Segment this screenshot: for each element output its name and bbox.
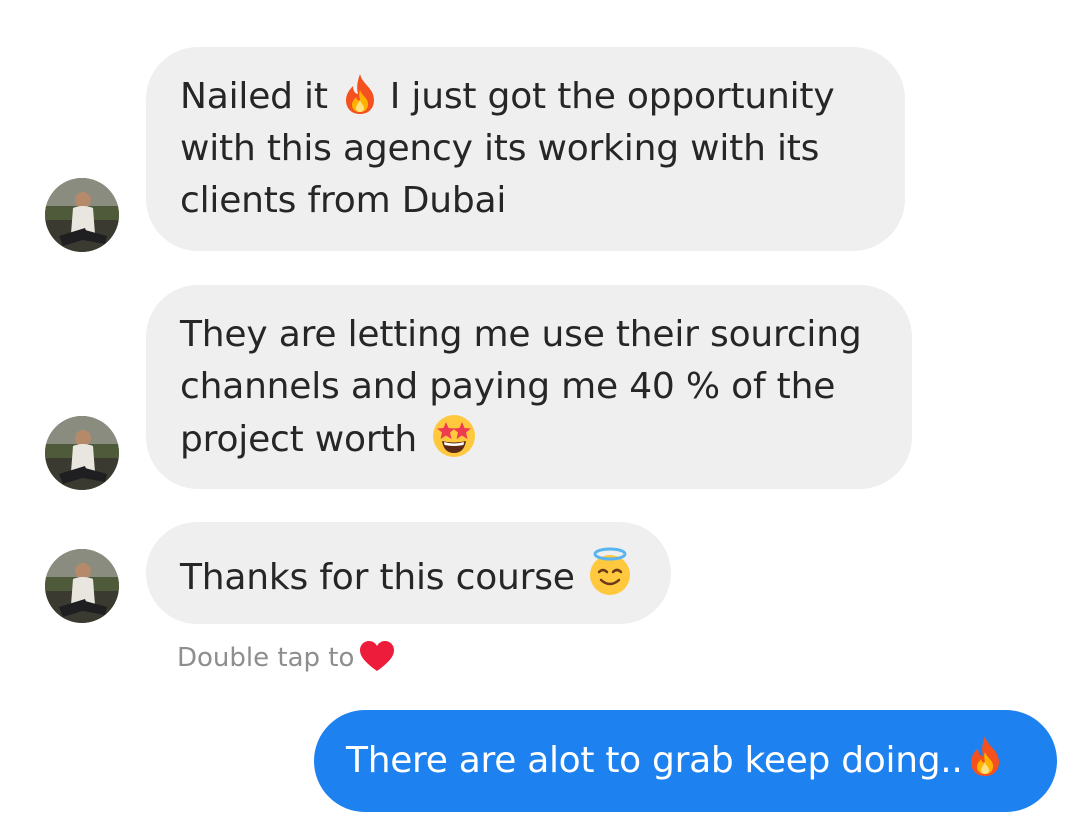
- sender-avatar[interactable]: [45, 178, 119, 252]
- message-text: clients from Dubai: [180, 180, 507, 221]
- message-text: with this agency its working with its: [180, 128, 820, 169]
- fire-emoji-icon: [340, 72, 380, 116]
- incoming-message[interactable]: Nailed it I just got the opportunity with…: [146, 47, 905, 251]
- message-text: There are alot to grab keep doing..: [346, 740, 963, 781]
- message-text: I just got the opportunity: [389, 76, 835, 117]
- incoming-message[interactable]: Thanks for this course: [146, 522, 671, 624]
- sender-avatar[interactable]: [45, 416, 119, 490]
- message-text: Nailed it: [180, 76, 328, 117]
- message-text: channels and paying me 40 % of the: [180, 366, 836, 407]
- message-text: project worth: [180, 419, 417, 460]
- hint-text: Double tap to: [177, 643, 355, 673]
- double-tap-hint: Double tap to: [177, 638, 396, 684]
- incoming-message[interactable]: They are letting me use their sourcing c…: [146, 285, 912, 489]
- fire-emoji-icon: [965, 734, 1005, 778]
- heart-icon: [358, 640, 396, 684]
- message-text: They are letting me use their sourcing: [180, 314, 862, 355]
- outgoing-message[interactable]: There are alot to grab keep doing..: [314, 710, 1057, 812]
- star-struck-emoji-icon: [431, 413, 477, 459]
- sender-avatar[interactable]: [45, 549, 119, 623]
- smiling-face-with-halo-emoji-icon: [587, 547, 633, 597]
- message-text: Thanks for this course: [180, 557, 575, 598]
